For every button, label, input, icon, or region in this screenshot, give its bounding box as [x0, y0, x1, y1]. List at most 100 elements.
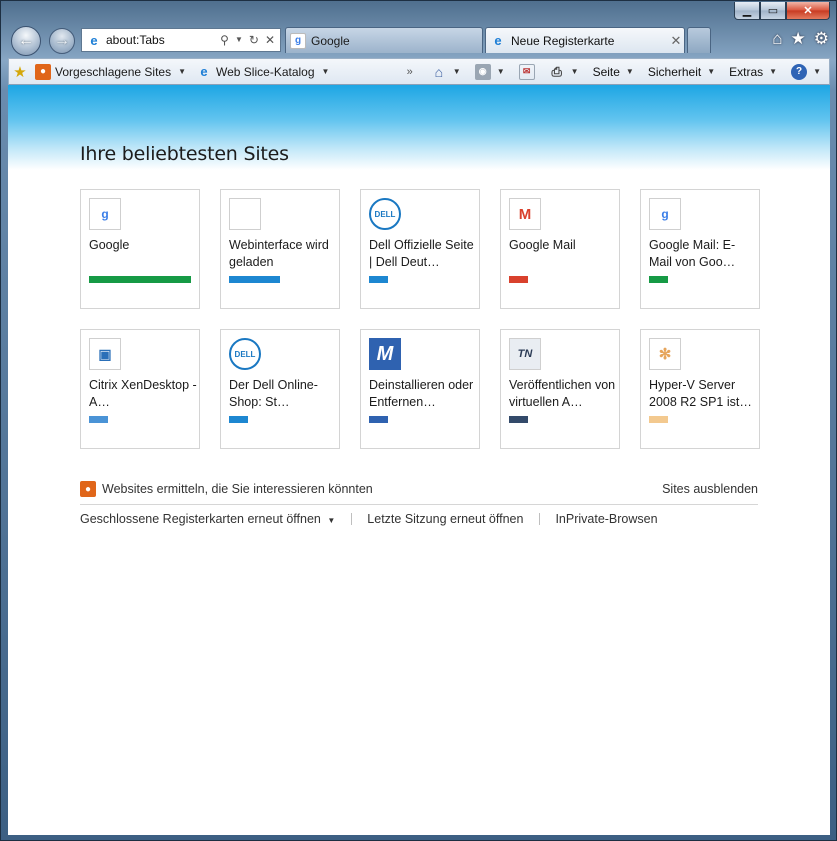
- site-tile[interactable]: TN Veröffentlichen von virtuellen A…: [500, 329, 620, 449]
- close-tab-icon[interactable]: ✕: [668, 33, 684, 49]
- mail-icon: ✉: [518, 63, 535, 80]
- menu-extras[interactable]: Extras ▼: [725, 65, 781, 79]
- address-bar[interactable]: e about:Tabs ⚲ ▼ ↻ ✕: [81, 28, 281, 52]
- chevron-down-icon: ▼: [625, 67, 634, 76]
- site-tile[interactable]: M Deinstallieren oder Entfernen…: [360, 329, 480, 449]
- suggested-sites-icon: ●: [35, 63, 51, 80]
- reopen-closed-tabs-label: Geschlossene Registerkarten erneut öffne…: [80, 512, 321, 526]
- chevron-down-icon: ▼: [496, 67, 505, 76]
- favorites-add-icon[interactable]: ★: [9, 63, 31, 81]
- site-tile-label: Citrix XenDesktop - A…: [89, 378, 197, 409]
- site-tile[interactable]: DELL Dell Offizielle Seite | Dell Deut…: [360, 189, 480, 309]
- favorites-item-suggested[interactable]: ● Vorgeschlagene Sites ▼: [31, 63, 192, 80]
- session-actions: Geschlossene Registerkarten erneut öffne…: [80, 512, 758, 526]
- usage-bar: [509, 276, 528, 283]
- site-tile[interactable]: g Google: [80, 189, 200, 309]
- favorites-item-webslice[interactable]: e Web Slice-Katalog ▼: [192, 64, 335, 80]
- rss-icon: ◉: [474, 63, 491, 80]
- menu-label: Seite: [592, 64, 620, 79]
- site-tile-label: Hyper-V Server 2008 R2 SP1 ist…: [649, 378, 752, 409]
- citrix-icon: ▣: [89, 338, 121, 370]
- chevron-down-icon: ▼: [769, 67, 778, 76]
- chevron-down-icon: ▼: [570, 67, 579, 76]
- chevron-down-icon: ▼: [707, 67, 716, 76]
- menu-label: Sicherheit: [647, 64, 702, 79]
- print-icon: ⎙: [551, 63, 562, 79]
- divider: [539, 513, 541, 525]
- command-bar: ★ ● Vorgeschlagene Sites ▼ e Web Slice-K…: [8, 58, 830, 85]
- menu-seite[interactable]: Seite ▼: [589, 65, 638, 79]
- window-controls: ▁ ▭ ✕: [734, 2, 830, 20]
- menu-label: Extras: [729, 64, 764, 79]
- divider: [351, 513, 353, 525]
- page-title: Ihre beliebtesten Sites: [80, 143, 289, 165]
- back-button[interactable]: ←: [11, 26, 41, 56]
- site-tile[interactable]: M Google Mail: [500, 189, 620, 309]
- hyperv-icon: ✻: [649, 338, 681, 370]
- chevron-down-icon: ▼: [452, 67, 461, 76]
- google-icon: g: [89, 198, 121, 230]
- usage-bar: [369, 416, 388, 423]
- chevron-double-right-icon[interactable]: »: [407, 66, 413, 78]
- site-tile-label: Google Mail: [509, 238, 576, 252]
- bottom-links: ● Websites ermitteln, die Sie interessie…: [80, 478, 758, 526]
- site-tile[interactable]: g Google Mail: E-Mail von Goo…: [640, 189, 760, 309]
- site-tile-label: Deinstallieren oder Entfernen…: [369, 378, 474, 409]
- blank-icon: [229, 198, 261, 230]
- search-icon[interactable]: ⚲: [220, 33, 229, 47]
- chevron-down-icon: ▼: [178, 67, 187, 76]
- ie-favicon-icon: e: [494, 33, 502, 48]
- dell-logo-icon: DELL: [229, 338, 261, 370]
- stop-icon[interactable]: ✕: [265, 33, 275, 47]
- new-tab-button[interactable]: [687, 27, 711, 53]
- usage-bar: [229, 276, 280, 283]
- home-button[interactable]: ⌂ ▼: [427, 64, 465, 80]
- address-url[interactable]: about:Tabs: [106, 33, 220, 47]
- menu-sicherheit[interactable]: Sicherheit ▼: [644, 65, 719, 79]
- usage-bar: [89, 276, 191, 283]
- site-tile-label: Dell Offizielle Seite | Dell Deut…: [369, 238, 474, 269]
- m-logo-icon: M: [369, 338, 401, 370]
- help-icon: ?: [791, 63, 808, 80]
- mail-button[interactable]: ✉: [515, 63, 539, 80]
- tab-google[interactable]: g Google: [285, 27, 483, 53]
- home-icon: ⌂: [434, 63, 444, 80]
- favorites-star-icon[interactable]: ★: [791, 29, 806, 49]
- suggested-sites-icon: ●: [80, 481, 96, 497]
- command-tools: » ⌂ ▼ ◉ ▼ ✉ ⎙ ▼ Seite ▼ Sicherheit ▼ Ext…: [407, 63, 829, 80]
- site-tile-label: Veröffentlichen von virtuellen A…: [509, 378, 616, 409]
- address-tools: ⚲ ▼ ↻ ✕: [220, 33, 280, 47]
- refresh-icon[interactable]: ↻: [249, 33, 259, 47]
- forward-button[interactable]: →: [49, 28, 75, 54]
- favorites-bar: ★ ● Vorgeschlagene Sites ▼ e Web Slice-K…: [9, 59, 335, 84]
- site-tile-label: Der Dell Online-Shop: St…: [229, 378, 318, 409]
- chevron-down-icon[interactable]: ▼: [235, 33, 243, 47]
- site-tile[interactable]: ✻ Hyper-V Server 2008 R2 SP1 ist…: [640, 329, 760, 449]
- suggest-row: ● Websites ermitteln, die Sie interessie…: [80, 478, 758, 500]
- suggest-sites-label: Websites ermitteln, die Sie interessiere…: [102, 482, 373, 496]
- site-tile[interactable]: DELL Der Dell Online-Shop: St…: [220, 329, 340, 449]
- gear-icon[interactable]: ⚙: [814, 29, 829, 49]
- suggest-sites-link[interactable]: ● Websites ermitteln, die Sie interessie…: [80, 481, 373, 497]
- reopen-last-session-link[interactable]: Letzte Sitzung erneut öffnen: [367, 512, 539, 526]
- google-icon: g: [649, 198, 681, 230]
- reopen-closed-tabs-link[interactable]: Geschlossene Registerkarten erneut öffne…: [80, 512, 351, 526]
- usage-bar: [509, 416, 528, 423]
- print-button[interactable]: ⎙ ▼: [545, 64, 583, 80]
- hide-sites-link[interactable]: Sites ausblenden: [662, 482, 758, 496]
- close-button[interactable]: ✕: [786, 2, 830, 20]
- right-controls: ⌂ ★ ⚙: [772, 29, 829, 49]
- usage-bar: [89, 416, 108, 423]
- top-sites-grid: g Google Webinterface wird geladen DELL …: [80, 189, 760, 449]
- help-button[interactable]: ? ▼: [787, 63, 825, 80]
- site-tile[interactable]: ▣ Citrix XenDesktop - A…: [80, 329, 200, 449]
- tab-neue-registerkarte[interactable]: e Neue Registerkarte ✕: [485, 27, 685, 53]
- new-tab-page: Ihre beliebtesten Sites g Google Webinte…: [8, 85, 830, 835]
- tab-label: Neue Registerkarte: [511, 33, 615, 48]
- home-icon[interactable]: ⌂: [772, 29, 782, 49]
- inprivate-link[interactable]: InPrivate-Browsen: [555, 512, 673, 526]
- site-tile[interactable]: Webinterface wird geladen: [220, 189, 340, 309]
- feeds-button[interactable]: ◉ ▼: [471, 63, 509, 80]
- maximize-button[interactable]: ▭: [760, 2, 786, 20]
- minimize-button[interactable]: ▁: [734, 2, 760, 20]
